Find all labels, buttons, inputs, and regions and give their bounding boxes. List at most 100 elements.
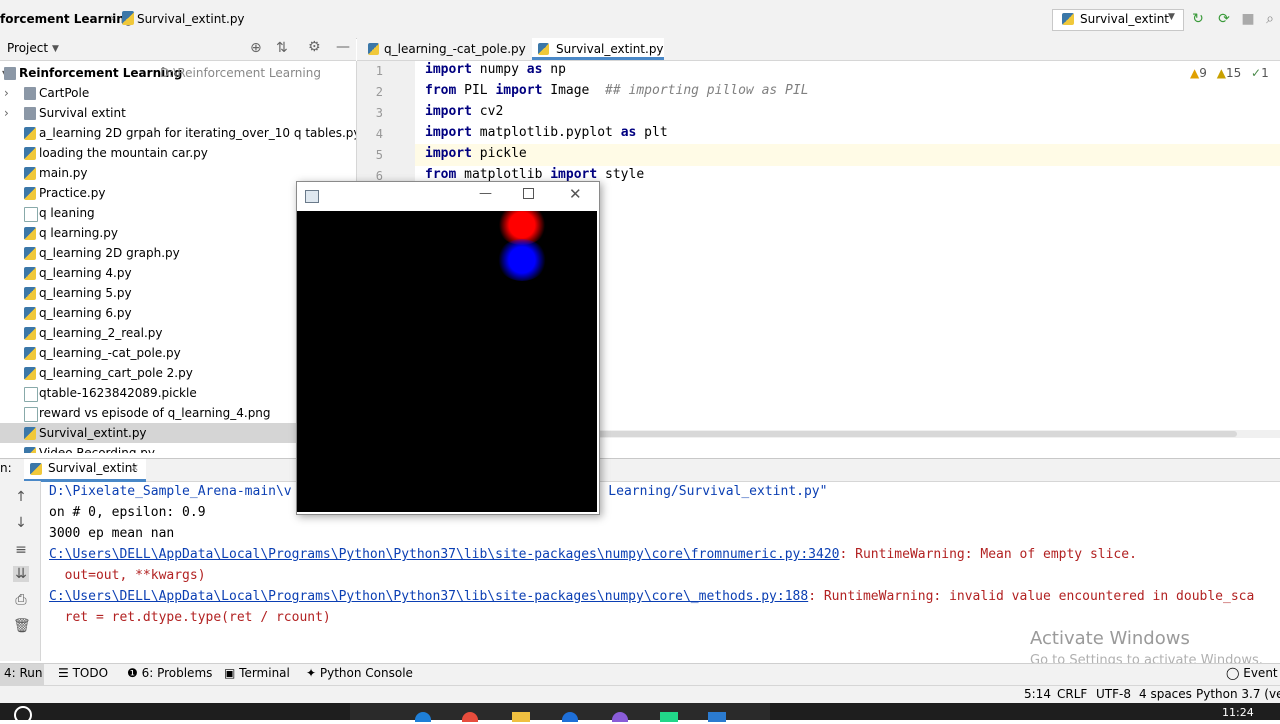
chevron-right-icon[interactable]: › bbox=[4, 83, 9, 103]
code-keyword: import bbox=[425, 62, 472, 77]
folder-icon bbox=[4, 67, 16, 80]
collapse-all-icon[interactable]: ⇅ bbox=[276, 40, 288, 56]
app-icon[interactable] bbox=[415, 712, 431, 722]
code-line[interactable]: from matplotlib import style bbox=[425, 167, 644, 182]
console-line: C:\Users\DELL\AppData\Local\Programs\Pyt… bbox=[49, 547, 1137, 562]
app-icon[interactable] bbox=[708, 712, 726, 722]
code-line[interactable]: import matplotlib.pyplot as plt bbox=[425, 125, 668, 140]
tab-label: q_learning_-cat_pole.py bbox=[384, 42, 526, 56]
code-line[interactable]: import cv2 bbox=[425, 104, 503, 119]
console-line: on # 0, epsilon: 0.9 bbox=[49, 505, 206, 520]
tree-item-label: q_learning_-cat_pole.py bbox=[39, 346, 181, 360]
event-log-tool-button[interactable]: ◯ Event L bbox=[1226, 666, 1280, 680]
search-icon[interactable] bbox=[14, 706, 32, 724]
render-window-titlebar[interactable]: — ✕ bbox=[297, 182, 597, 211]
rerun-icon[interactable]: ↻ bbox=[1190, 11, 1206, 27]
tree-root[interactable]: ▾ Reinforcement Learning D:\Reinforcemen… bbox=[0, 63, 356, 83]
file-icon bbox=[24, 407, 38, 422]
inspection-widget[interactable]: ▲9 ▲15 ✓1 bbox=[1190, 66, 1269, 80]
run-tool-button[interactable]: 4: Run bbox=[4, 666, 43, 680]
code-keyword: import bbox=[425, 125, 472, 140]
tab-q-learning-cat-pole[interactable]: q_learning_-cat_pole.py bbox=[362, 38, 530, 60]
todo-tool-button[interactable]: ☰ TODO bbox=[58, 666, 108, 680]
console-line: C:\Users\DELL\AppData\Local\Programs\Pyt… bbox=[49, 589, 1254, 604]
tab-label: Survival_extint.py bbox=[556, 42, 664, 56]
hide-icon[interactable]: — bbox=[336, 39, 350, 55]
tree-folder[interactable]: › Survival extint bbox=[0, 103, 356, 123]
python-file-icon bbox=[24, 187, 36, 200]
taskbar-apps bbox=[350, 703, 770, 720]
project-view-select[interactable]: Project bbox=[7, 41, 48, 55]
locate-icon[interactable]: ⊕ bbox=[250, 40, 262, 56]
folder-icon[interactable] bbox=[512, 712, 530, 722]
caret-line-highlight bbox=[415, 144, 1280, 166]
python-console-tool-button[interactable]: ✦ Python Console bbox=[306, 666, 413, 680]
file-icon bbox=[24, 387, 38, 402]
folder-icon bbox=[24, 87, 36, 100]
code-comment: ## importing pillow as PIL bbox=[605, 83, 809, 98]
interpreter-setting[interactable]: Python 3.7 (ven bbox=[1196, 687, 1280, 701]
file-encoding[interactable]: UTF-8 bbox=[1096, 687, 1131, 701]
code-line[interactable]: from PIL import Image ## importing pillo… bbox=[425, 83, 809, 98]
app-icon[interactable] bbox=[562, 712, 578, 722]
print-icon[interactable]: ⎙ bbox=[13, 592, 29, 608]
weak-warning-count: 15 bbox=[1225, 66, 1242, 80]
python-file-icon bbox=[24, 247, 36, 260]
windows-taskbar: 11:24 bbox=[0, 703, 1280, 724]
python-file-icon bbox=[24, 327, 36, 340]
tree-item-label: q_learning 2D graph.py bbox=[39, 246, 180, 260]
tree-root-label: Reinforcement Learning bbox=[19, 66, 183, 80]
trash-icon[interactable]: 🗑 bbox=[13, 618, 31, 634]
console-warning: : RuntimeWarning: invalid value encounte… bbox=[808, 589, 1255, 604]
tree-item-label: qtable-1623842089.pickle bbox=[39, 386, 197, 400]
clock[interactable]: 11:24 bbox=[1222, 707, 1254, 718]
terminal-tool-button[interactable]: ▣ Terminal bbox=[224, 666, 290, 680]
code-text: PIL bbox=[456, 83, 496, 98]
breadcrumb-file[interactable]: Survival_extint.py bbox=[137, 12, 245, 26]
search-icon[interactable]: ⌕ bbox=[1262, 11, 1278, 27]
indent-setting[interactable]: 4 spaces bbox=[1139, 687, 1192, 701]
minimize-icon[interactable]: — bbox=[479, 186, 492, 201]
pycharm-icon[interactable] bbox=[660, 712, 678, 722]
tree-item-label: q_learning 5.py bbox=[39, 286, 132, 300]
soft-wrap-icon[interactable]: ≡ bbox=[13, 542, 29, 558]
python-config-icon bbox=[30, 463, 42, 475]
python-file-icon bbox=[24, 147, 36, 160]
tree-file[interactable]: main.py bbox=[0, 163, 356, 183]
chevron-right-icon[interactable]: › bbox=[4, 103, 9, 123]
close-icon[interactable]: ✕ bbox=[569, 185, 582, 203]
tab-survival-extint[interactable]: Survival_extint.py bbox=[532, 38, 664, 60]
stop-icon[interactable]: ■ bbox=[1240, 11, 1256, 27]
python-file-icon bbox=[24, 307, 36, 320]
console-file-link[interactable]: C:\Users\DELL\AppData\Local\Programs\Pyt… bbox=[49, 589, 808, 604]
chrome-icon[interactable] bbox=[462, 712, 478, 722]
problems-tool-button[interactable]: ❶ 6: Problems bbox=[127, 666, 212, 680]
chevron-down-icon[interactable]: ▼ bbox=[52, 44, 59, 54]
tree-folder[interactable]: › CartPole bbox=[0, 83, 356, 103]
code-keyword: import bbox=[550, 167, 598, 182]
tree-item-label: Video Recording.py bbox=[39, 446, 155, 453]
maximize-icon[interactable] bbox=[523, 188, 534, 199]
caret-position[interactable]: 5:14 bbox=[1024, 687, 1051, 701]
weak-warning-icon: ▲ bbox=[1216, 66, 1226, 80]
gear-icon[interactable]: ⚙ bbox=[308, 39, 321, 55]
arrow-down-icon[interactable]: ↓ bbox=[13, 515, 29, 531]
debug-icon[interactable]: ⟳ bbox=[1216, 11, 1232, 27]
run-tab-label: Survival_extint bbox=[48, 461, 138, 475]
code-line[interactable]: import pickle bbox=[425, 146, 527, 161]
run-tab[interactable]: Survival_extint × bbox=[24, 459, 146, 482]
console-file-link[interactable]: C:\Users\DELL\AppData\Local\Programs\Pyt… bbox=[49, 547, 840, 562]
line-separator[interactable]: CRLF bbox=[1057, 687, 1087, 701]
tree-file[interactable]: loading the mountain car.py bbox=[0, 143, 356, 163]
python-console-icon: ✦ bbox=[306, 666, 320, 680]
problems-icon: ❶ bbox=[127, 666, 142, 680]
code-line[interactable]: import numpy as np bbox=[425, 62, 566, 77]
tree-item-label: main.py bbox=[39, 166, 88, 180]
tree-file[interactable]: a_learning 2D grpah for iterating_over_1… bbox=[0, 123, 356, 143]
python-file-icon bbox=[538, 43, 549, 55]
app-icon[interactable] bbox=[612, 712, 628, 722]
run-prefix: n: bbox=[0, 461, 12, 475]
scroll-to-end-icon[interactable]: ⇊ bbox=[13, 566, 29, 582]
close-icon[interactable]: × bbox=[130, 461, 139, 474]
arrow-up-icon[interactable]: ↑ bbox=[13, 489, 29, 505]
